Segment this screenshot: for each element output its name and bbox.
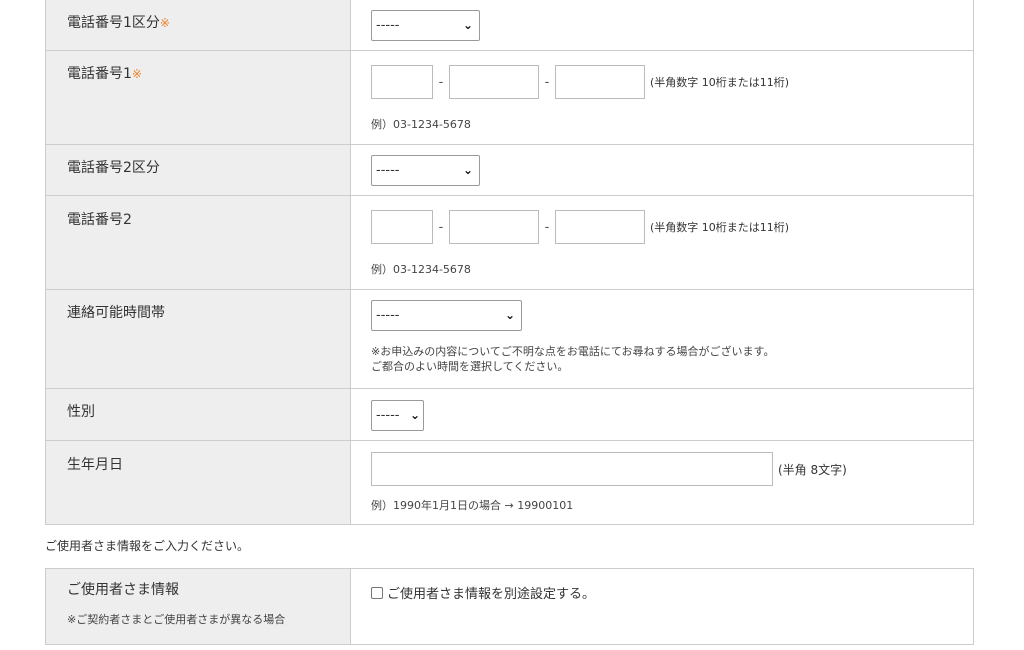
input-cell: - - (半角数字 10桁または11桁) 例）03-1234-5678 <box>350 195 974 290</box>
row-birthdate: 生年月日 (半角 8文字) 例）1990年1月1日の場合 → 19900101 <box>45 440 974 525</box>
phone1-type-label: 電話番号1区分 <box>67 15 160 31</box>
contact-time-note-line1: ※お申込みの内容についてご不明な点をお電話にてお尋ねする場合がございます。 <box>371 345 775 358</box>
label-cell: 電話番号1※ <box>45 50 351 145</box>
phone2-example: 例）03-1234-5678 <box>371 263 471 276</box>
chevron-down-icon: ⌄ <box>462 163 473 177</box>
phone2-type-select[interactable]: ----- ⌄ <box>371 155 480 186</box>
phone1-example: 例）03-1234-5678 <box>371 118 471 131</box>
birthdate-example: 例）1990年1月1日の場合 → 19900101 <box>371 499 574 512</box>
phone1-part2-input[interactable] <box>449 65 539 99</box>
input-cell: ご使用者さま情報を別途設定する。 <box>350 568 974 645</box>
input-cell: ----- ⌄ ※お申込みの内容についてご不明な点をお電話にてお尋ねする場合がご… <box>350 289 974 389</box>
contact-time-select[interactable]: ----- ⌄ <box>371 300 522 331</box>
user-info-checkbox-label[interactable]: ご使用者さま情報を別途設定する。 <box>387 587 595 602</box>
gender-select[interactable]: ----- ⌄ <box>371 400 424 431</box>
required-mark: ※ <box>159 16 170 30</box>
contact-time-label: 連絡可能時間帯 <box>67 305 165 321</box>
phone1-type-select[interactable]: ----- ⌄ <box>371 10 480 41</box>
phone2-part3-input[interactable] <box>555 210 645 244</box>
select-value: ----- <box>376 18 400 33</box>
phone2-part1-input[interactable] <box>371 210 433 244</box>
phone-separator: - <box>438 74 444 90</box>
row-phone2-type: 電話番号2区分 ----- ⌄ <box>45 144 974 196</box>
phone2-label: 電話番号2 <box>67 212 132 228</box>
user-info-table: ご使用者さま情報 ※ご契約者さまとご使用者さまが異なる場合 ご使用者さま情報を別… <box>45 568 974 645</box>
chevron-down-icon: ⌄ <box>462 18 473 32</box>
input-cell: ----- ⌄ <box>350 0 974 51</box>
row-phone1-type: 電話番号1区分※ ----- ⌄ <box>45 0 974 51</box>
select-value: ----- <box>376 163 400 178</box>
label-cell: 電話番号2区分 <box>45 144 351 196</box>
row-user-info: ご使用者さま情報 ※ご契約者さまとご使用者さまが異なる場合 ご使用者さま情報を別… <box>45 568 974 645</box>
row-phone1: 電話番号1※ - - (半角数字 10桁または11桁) 例）03-1234-5678 <box>45 50 974 145</box>
phone2-hint: (半角数字 10桁または11桁) <box>650 221 790 234</box>
phone1-part1-input[interactable] <box>371 65 433 99</box>
phone-separator: - <box>544 74 550 90</box>
birthdate-hint: (半角 8文字) <box>778 462 847 477</box>
select-value: ----- <box>376 408 400 423</box>
phone1-part3-input[interactable] <box>555 65 645 99</box>
label-cell: 電話番号2 <box>45 195 351 290</box>
phone-separator: - <box>544 219 550 235</box>
birthdate-label: 生年月日 <box>67 457 123 473</box>
required-mark: ※ <box>131 67 142 81</box>
checkbox-icon[interactable] <box>371 586 383 599</box>
birthdate-input[interactable] <box>371 452 773 486</box>
input-cell: ----- ⌄ <box>350 388 974 441</box>
user-info-sub-note: ※ご契約者さまとご使用者さまが異なる場合 <box>67 613 286 626</box>
label-cell: 電話番号1区分※ <box>45 0 351 51</box>
user-info-label: ご使用者さま情報 <box>67 582 179 598</box>
gender-label: 性別 <box>67 404 95 420</box>
input-cell: ----- ⌄ <box>350 144 974 196</box>
label-cell: 性別 <box>45 388 351 441</box>
input-cell: (半角 8文字) 例）1990年1月1日の場合 → 19900101 <box>350 440 974 525</box>
user-section-caption: ご使用者さま情報をご入力ください。 <box>45 539 250 553</box>
chevron-down-icon: ⌄ <box>504 308 515 322</box>
label-cell: 連絡可能時間帯 <box>45 289 351 389</box>
chevron-down-icon: ⌄ <box>409 408 420 422</box>
select-value: ----- <box>376 308 400 323</box>
phone2-type-label: 電話番号2区分 <box>67 160 160 176</box>
phone1-label: 電話番号1 <box>67 66 132 82</box>
row-contact-time: 連絡可能時間帯 ----- ⌄ ※お申込みの内容についてご不明な点をお電話にてお… <box>45 289 974 389</box>
label-cell: ご使用者さま情報 ※ご契約者さまとご使用者さまが異なる場合 <box>45 568 351 645</box>
phone-separator: - <box>438 219 444 235</box>
row-gender: 性別 ----- ⌄ <box>45 388 974 441</box>
phone1-hint: (半角数字 10桁または11桁) <box>650 76 790 89</box>
row-phone2: 電話番号2 - - (半角数字 10桁または11桁) 例）03-1234-5678 <box>45 195 974 290</box>
contract-form-table: 電話番号1区分※ ----- ⌄ 電話番号1※ - - (半角数字 10桁または11… <box>45 0 974 525</box>
contact-time-note-line2: ご都合のよい時間を選択してください。 <box>371 360 569 373</box>
label-cell: 生年月日 <box>45 440 351 525</box>
phone2-part2-input[interactable] <box>449 210 539 244</box>
input-cell: - - (半角数字 10桁または11桁) 例）03-1234-5678 <box>350 50 974 145</box>
